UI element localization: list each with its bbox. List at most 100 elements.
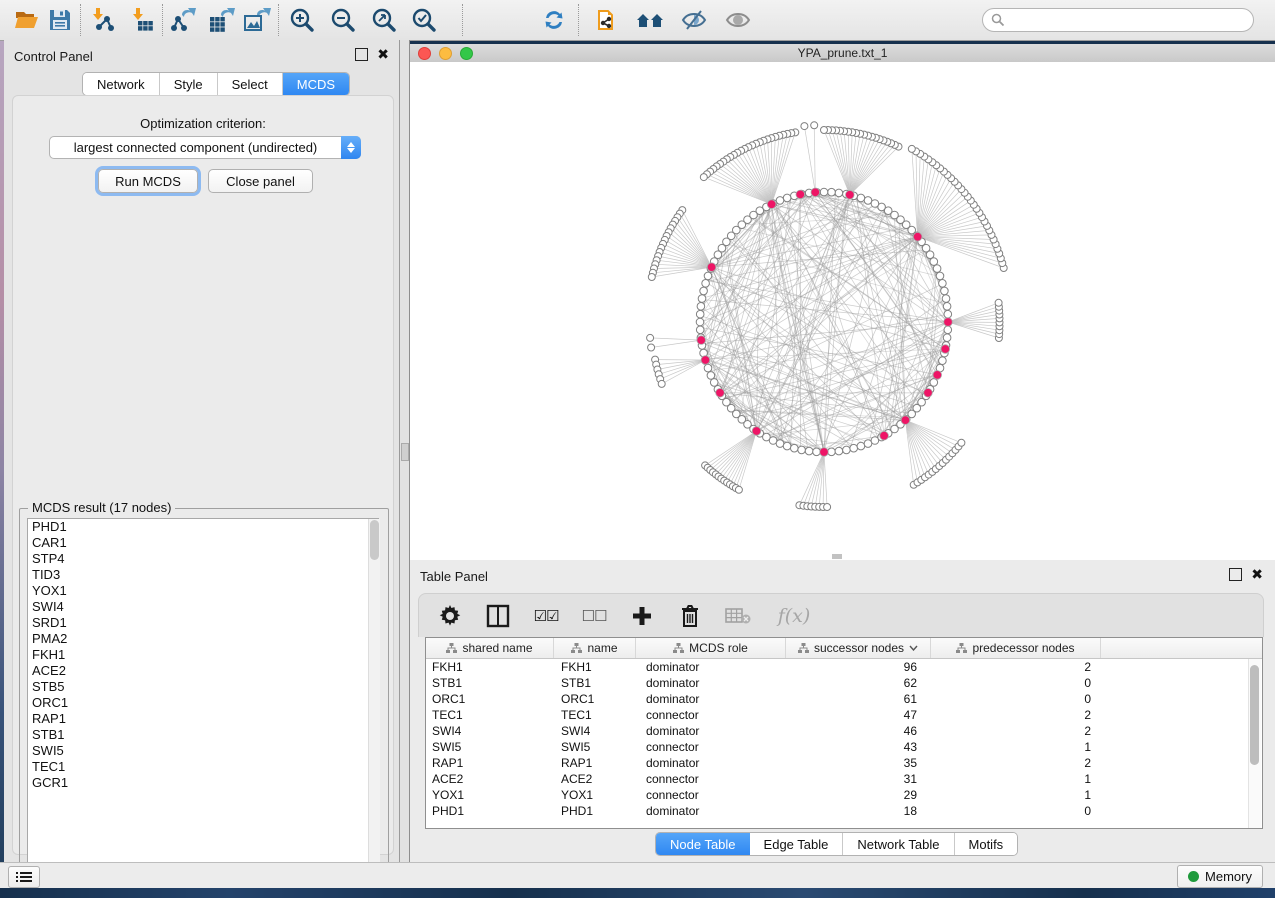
column-header-successor-nodes[interactable]: successor nodes bbox=[786, 638, 931, 658]
cell-predecessor-nodes[interactable]: 1 bbox=[931, 772, 1101, 786]
save-session-icon[interactable] bbox=[44, 5, 76, 35]
column-header-shared-name[interactable]: shared name bbox=[426, 638, 554, 658]
table-row[interactable]: PHD1PHD1dominator180 bbox=[426, 803, 1262, 819]
cell-name[interactable]: YOX1 bbox=[554, 788, 636, 802]
cell-name[interactable]: SWI5 bbox=[554, 740, 636, 754]
tab-network[interactable]: Network bbox=[83, 73, 160, 95]
tab-mcds[interactable]: MCDS bbox=[283, 73, 349, 95]
mcds-result-list[interactable]: PHD1CAR1STP4TID3YOX1SWI4SRD1PMA2FKH1ACE2… bbox=[27, 518, 379, 872]
float-panel-icon[interactable] bbox=[355, 48, 368, 61]
cell-name[interactable]: FKH1 bbox=[554, 660, 636, 674]
cell-name[interactable]: ACE2 bbox=[554, 772, 636, 786]
cell-predecessor-nodes[interactable]: 2 bbox=[931, 660, 1101, 674]
show-columns-icon[interactable] bbox=[485, 603, 511, 629]
cell-mcds-role[interactable]: dominator bbox=[636, 676, 786, 690]
share-document-icon[interactable] bbox=[592, 5, 624, 35]
zoom-selected-icon[interactable] bbox=[408, 5, 440, 35]
cell-mcds-role[interactable]: connector bbox=[636, 708, 786, 722]
cell-name[interactable]: STB1 bbox=[554, 676, 636, 690]
cell-predecessor-nodes[interactable]: 0 bbox=[931, 692, 1101, 706]
mcds-result-item[interactable]: ORC1 bbox=[28, 695, 378, 711]
cell-mcds-role[interactable]: dominator bbox=[636, 692, 786, 706]
cell-name[interactable]: TEC1 bbox=[554, 708, 636, 722]
splitter-handle[interactable] bbox=[401, 443, 409, 461]
memory-button[interactable]: Memory bbox=[1177, 865, 1263, 888]
cell-successor-nodes[interactable]: 47 bbox=[786, 708, 931, 722]
cell-shared-name[interactable]: PHD1 bbox=[426, 804, 554, 818]
cell-name[interactable]: SWI4 bbox=[554, 724, 636, 738]
deselect-all-icon[interactable]: ☐☐ bbox=[581, 603, 607, 629]
optimization-criterion-select[interactable]: largest connected component (undirected) bbox=[49, 136, 361, 159]
cell-successor-nodes[interactable]: 18 bbox=[786, 804, 931, 818]
float-panel-icon[interactable] bbox=[1229, 568, 1242, 581]
mcds-result-item[interactable]: CAR1 bbox=[28, 535, 378, 551]
open-file-icon[interactable] bbox=[11, 5, 43, 35]
cell-predecessor-nodes[interactable]: 0 bbox=[931, 804, 1101, 818]
import-network-icon[interactable] bbox=[88, 5, 120, 35]
mcds-result-item[interactable]: STB5 bbox=[28, 679, 378, 695]
hide-selected-icon[interactable] bbox=[678, 5, 710, 35]
cell-successor-nodes[interactable]: 31 bbox=[786, 772, 931, 786]
table-row[interactable]: ACE2ACE2connector311 bbox=[426, 771, 1262, 787]
table-row[interactable]: TEC1TEC1connector472 bbox=[426, 707, 1262, 723]
close-panel-button[interactable]: Close panel bbox=[208, 169, 313, 193]
mcds-result-item[interactable]: TID3 bbox=[28, 567, 378, 583]
delete-column-trash-icon[interactable] bbox=[677, 603, 703, 629]
cell-mcds-role[interactable]: connector bbox=[636, 788, 786, 802]
table-row[interactable]: SWI4SWI4dominator462 bbox=[426, 723, 1262, 739]
cell-predecessor-nodes[interactable]: 2 bbox=[931, 708, 1101, 722]
table-row[interactable]: FKH1FKH1dominator962 bbox=[426, 659, 1262, 675]
table-scrollbar-thumb[interactable] bbox=[1250, 665, 1259, 765]
network-canvas[interactable] bbox=[410, 62, 1275, 560]
cell-shared-name[interactable]: ORC1 bbox=[426, 692, 554, 706]
cell-successor-nodes[interactable]: 96 bbox=[786, 660, 931, 674]
cell-mcds-role[interactable]: dominator bbox=[636, 756, 786, 770]
task-history-button[interactable] bbox=[8, 866, 40, 888]
cell-shared-name[interactable]: SWI5 bbox=[426, 740, 554, 754]
table-row[interactable]: STB1STB1dominator620 bbox=[426, 675, 1262, 691]
table-settings-gear-icon[interactable] bbox=[437, 603, 463, 629]
cell-predecessor-nodes[interactable]: 0 bbox=[931, 676, 1101, 690]
search-input[interactable] bbox=[982, 8, 1254, 32]
cell-mcds-role[interactable]: connector bbox=[636, 740, 786, 754]
mcds-result-item[interactable]: STB1 bbox=[28, 727, 378, 743]
cell-shared-name[interactable]: FKH1 bbox=[426, 660, 554, 674]
cell-shared-name[interactable]: SWI4 bbox=[426, 724, 554, 738]
cell-successor-nodes[interactable]: 61 bbox=[786, 692, 931, 706]
mcds-result-item[interactable]: SRD1 bbox=[28, 615, 378, 631]
cell-predecessor-nodes[interactable]: 2 bbox=[931, 756, 1101, 770]
mcds-result-item[interactable]: RAP1 bbox=[28, 711, 378, 727]
cell-shared-name[interactable]: RAP1 bbox=[426, 756, 554, 770]
table-row[interactable]: RAP1RAP1dominator352 bbox=[426, 755, 1262, 771]
mcds-result-item[interactable]: PHD1 bbox=[28, 519, 378, 535]
close-panel-icon[interactable]: ✖ bbox=[377, 49, 389, 60]
export-network-icon[interactable] bbox=[168, 5, 200, 35]
cell-shared-name[interactable]: STB1 bbox=[426, 676, 554, 690]
panel-splitter[interactable] bbox=[400, 40, 410, 862]
cell-mcds-role[interactable]: dominator bbox=[636, 804, 786, 818]
cell-shared-name[interactable]: ACE2 bbox=[426, 772, 554, 786]
cell-successor-nodes[interactable]: 35 bbox=[786, 756, 931, 770]
cell-shared-name[interactable]: TEC1 bbox=[426, 708, 554, 722]
cell-name[interactable]: RAP1 bbox=[554, 756, 636, 770]
export-image-icon[interactable] bbox=[241, 5, 273, 35]
zoom-in-icon[interactable] bbox=[286, 5, 318, 35]
table-row[interactable]: SWI5SWI5connector431 bbox=[426, 739, 1262, 755]
network-hscroll-thumb[interactable] bbox=[832, 554, 842, 559]
cell-mcds-role[interactable]: dominator bbox=[636, 660, 786, 674]
table-scrollbar[interactable] bbox=[1248, 659, 1261, 828]
cell-name[interactable]: PHD1 bbox=[554, 804, 636, 818]
cell-predecessor-nodes[interactable]: 1 bbox=[931, 740, 1101, 754]
mcds-result-item[interactable]: TEC1 bbox=[28, 759, 378, 775]
cell-successor-nodes[interactable]: 62 bbox=[786, 676, 931, 690]
mcds-result-item[interactable]: FKH1 bbox=[28, 647, 378, 663]
tab-motifs[interactable]: Motifs bbox=[955, 833, 1018, 855]
tab-node-table[interactable]: Node Table bbox=[656, 833, 750, 855]
first-neighbors-icon[interactable] bbox=[634, 5, 666, 35]
tab-select[interactable]: Select bbox=[218, 73, 283, 95]
tab-network-table[interactable]: Network Table bbox=[843, 833, 954, 855]
cell-successor-nodes[interactable]: 46 bbox=[786, 724, 931, 738]
cell-mcds-role[interactable]: connector bbox=[636, 772, 786, 786]
table-row[interactable]: YOX1YOX1connector291 bbox=[426, 787, 1262, 803]
add-column-icon[interactable] bbox=[629, 603, 655, 629]
